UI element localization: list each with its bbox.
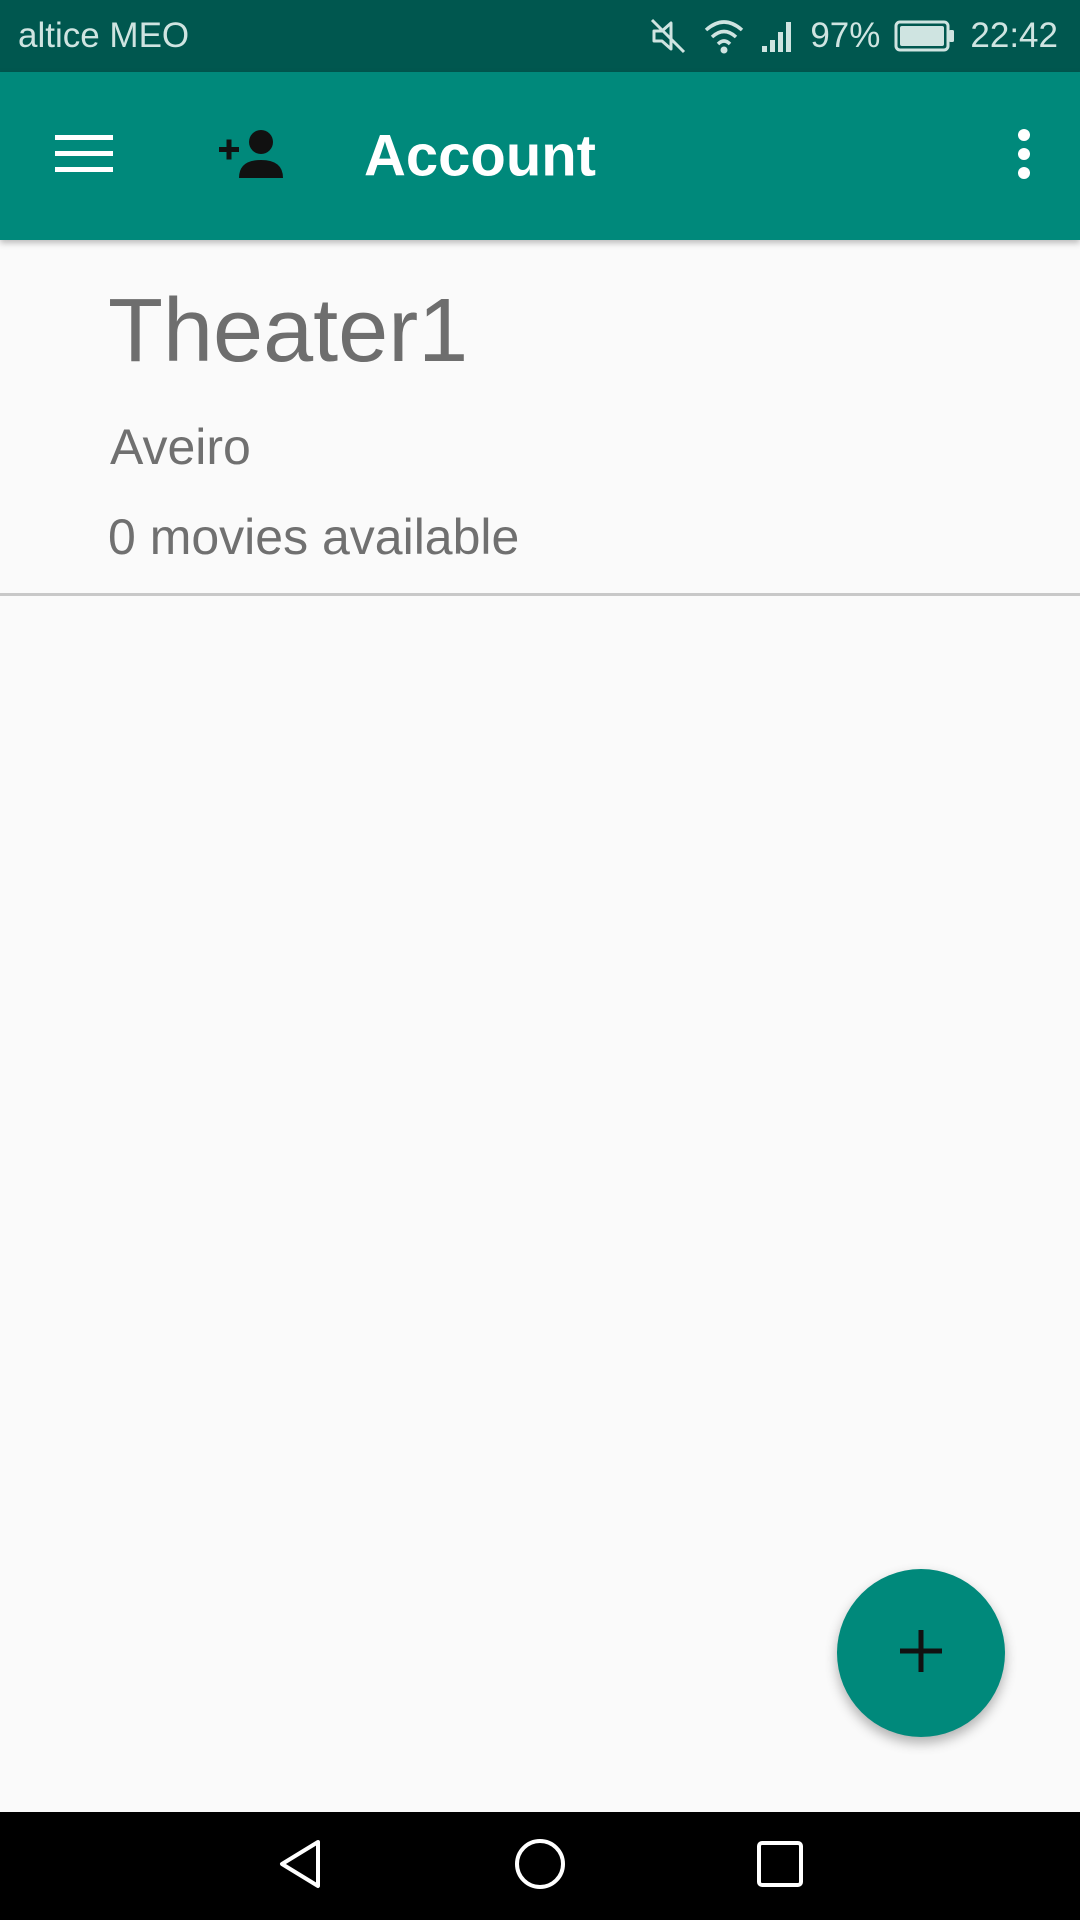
add-fab-button[interactable] bbox=[837, 1569, 1005, 1737]
overflow-menu-button[interactable] bbox=[994, 114, 1054, 198]
navigation-bar bbox=[0, 1812, 1080, 1920]
wifi-icon bbox=[702, 16, 746, 56]
theater-city: Aveiro bbox=[110, 419, 251, 475]
battery-percent: 97% bbox=[810, 16, 881, 55]
clock: 22:42 bbox=[970, 16, 1058, 55]
back-button[interactable] bbox=[268, 1834, 332, 1898]
mute-icon bbox=[648, 16, 688, 56]
add-person-button[interactable] bbox=[208, 114, 298, 198]
signal-icon bbox=[760, 18, 796, 54]
menu-icon bbox=[55, 133, 113, 180]
theater-list-item[interactable]: Theater1 Aveiro 0 movies available bbox=[0, 240, 1080, 596]
page-title: Account bbox=[364, 123, 596, 189]
app-bar: Account bbox=[0, 72, 1080, 240]
status-bar: altice MEO 97% 22:42 bbox=[0, 0, 1080, 72]
screen: altice MEO 97% 22:42 Account Theater1 Av… bbox=[0, 0, 1080, 1920]
recents-button[interactable] bbox=[748, 1834, 812, 1898]
home-button[interactable] bbox=[508, 1834, 572, 1898]
status-icons: 97% 22:42 bbox=[648, 16, 1058, 56]
carrier-label: altice MEO bbox=[18, 16, 190, 55]
home-icon bbox=[512, 1836, 568, 1897]
theater-movie-count: 0 movies available bbox=[108, 509, 520, 565]
overflow-menu-icon bbox=[1016, 128, 1032, 185]
menu-button[interactable] bbox=[42, 114, 126, 198]
add-person-icon bbox=[217, 128, 289, 185]
theater-name: Theater1 bbox=[108, 281, 469, 381]
battery-icon bbox=[894, 19, 956, 53]
back-icon bbox=[274, 1836, 326, 1897]
recents-icon bbox=[754, 1838, 806, 1895]
plus-icon bbox=[898, 1628, 944, 1679]
